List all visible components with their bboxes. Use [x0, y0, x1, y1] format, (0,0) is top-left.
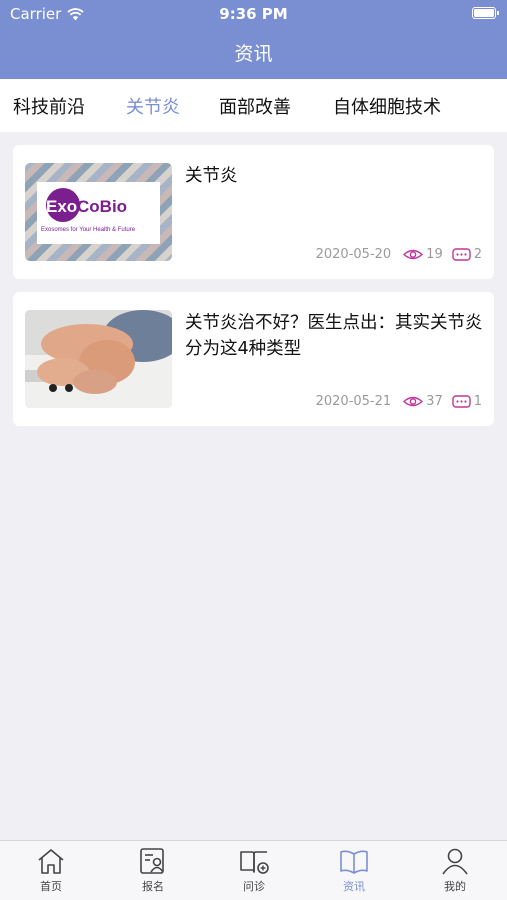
article-thumbnail: Exo CoBio Exosomes for Your Health & Fut…	[25, 163, 172, 261]
battery-icon	[472, 7, 499, 19]
article-card[interactable]: 关节炎治不好？医生点出：其实关节炎分为这4种类型 2020-05-21 37 1	[13, 292, 494, 426]
news-book-icon	[340, 850, 368, 874]
exocobio-logo: Exo CoBio Exosomes for Your Health & Fut…	[41, 188, 136, 233]
category-tabs: 科技前沿 关节炎 面部改善 自体细胞技术	[0, 79, 507, 132]
article-meta: 2020-05-20 19 2	[316, 247, 482, 262]
comment-count: 1	[473, 394, 482, 409]
view-count: 19	[426, 247, 443, 262]
knee-treatment-photo	[25, 310, 172, 408]
tab-arthritis[interactable]: 关节炎	[126, 93, 180, 119]
article-date: 2020-05-20	[315, 247, 392, 262]
status-bar: Carrier 9:36 PM	[0, 0, 507, 28]
article-title: 关节炎	[185, 166, 238, 186]
article-title: 关节炎治不好？医生点出：其实关节炎分为这4种类型	[185, 313, 483, 359]
article-card[interactable]: Exo CoBio Exosomes for Your Health & Fut…	[13, 145, 494, 279]
eye-icon	[403, 249, 424, 260]
tabbar-item-home[interactable]: 首页	[21, 847, 81, 894]
bottom-tab-bar: 首页 报名 问诊 资讯 我的	[0, 840, 507, 900]
article-date: 2020-05-21	[315, 394, 392, 409]
tabbar-label: 报名	[142, 880, 164, 893]
consult-icon	[240, 851, 269, 874]
comment-count: 2	[473, 247, 482, 262]
tabbar-label: 首页	[40, 880, 62, 893]
tabbar-item-news[interactable]: 资讯	[324, 847, 384, 894]
view-count: 37	[426, 394, 443, 409]
status-time: 9:36 PM	[219, 5, 288, 23]
comment-icon	[452, 247, 471, 261]
article-thumbnail	[25, 310, 172, 408]
top-header: Carrier 9:36 PM 资讯	[0, 0, 507, 79]
svg-text:CoBio: CoBio	[77, 197, 127, 216]
tabbar-item-consult[interactable]: 问诊	[224, 847, 284, 894]
tabbar-label: 资讯	[343, 880, 365, 893]
signup-icon	[140, 848, 164, 874]
tabbar-label: 我的	[444, 880, 466, 893]
tab-facial-improvement[interactable]: 面部改善	[219, 93, 291, 119]
comment-icon	[452, 394, 471, 408]
tab-autologous-cell-tech[interactable]: 自体细胞技术	[333, 93, 441, 119]
eye-icon	[403, 396, 424, 407]
svg-text:Exo: Exo	[46, 197, 77, 216]
tabbar-item-signup[interactable]: 报名	[123, 847, 183, 894]
profile-icon	[442, 848, 468, 875]
svg-text:Exosomes for Your Health & Fut: Exosomes for Your Health & Future	[41, 227, 136, 233]
tabbar-item-profile[interactable]: 我的	[425, 847, 485, 894]
tabbar-label: 问诊	[243, 880, 265, 893]
page-title: 资讯	[234, 43, 273, 65]
tab-tech-frontier[interactable]: 科技前沿	[13, 93, 85, 119]
article-meta: 2020-05-21 37 1	[316, 394, 482, 409]
home-icon	[38, 849, 64, 874]
